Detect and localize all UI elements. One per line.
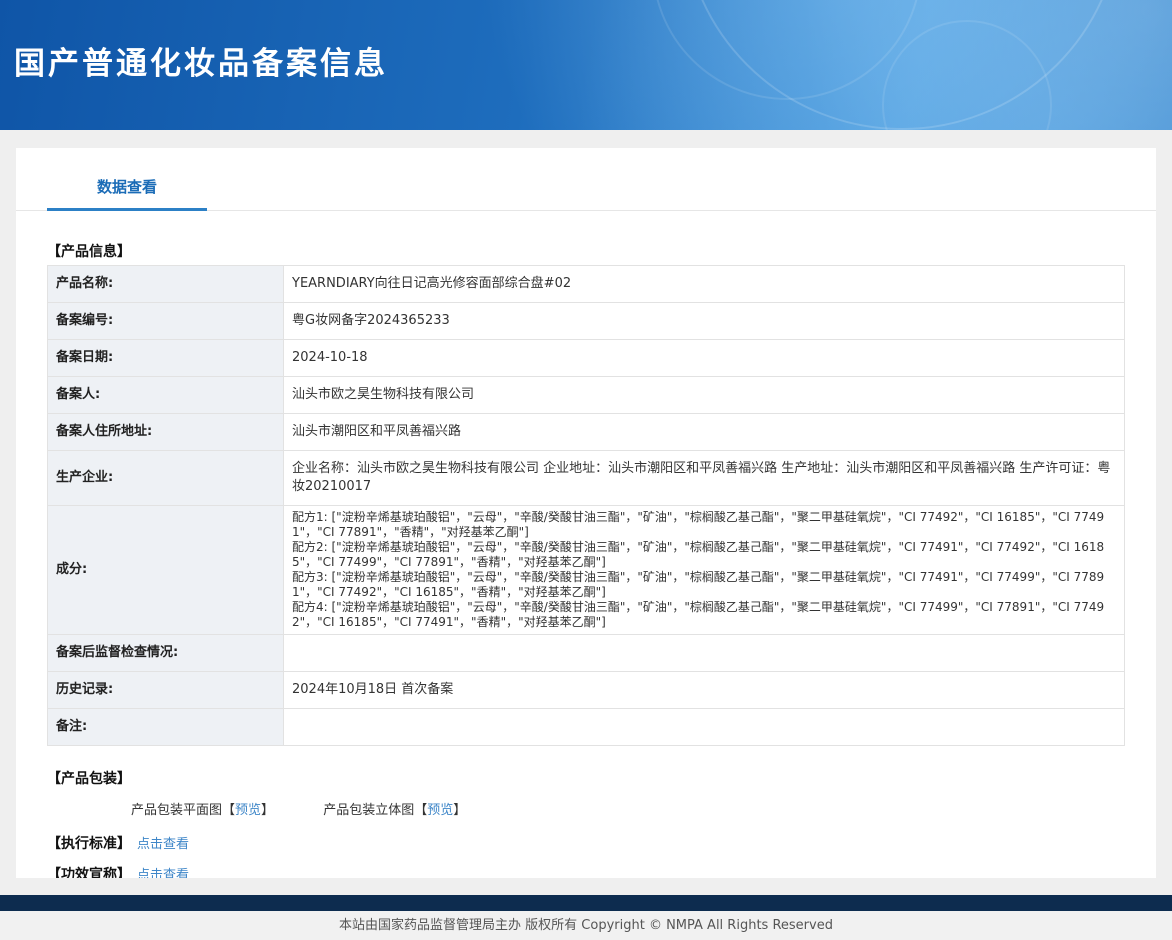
bracket-close: 】 <box>453 803 466 818</box>
table-row-history: 历史记录: 2024年10月18日 首次备案 <box>48 672 1125 709</box>
field-label: 产品名称: <box>48 266 284 303</box>
packaging-stereo-item: 产品包装立体图【预览】 <box>323 803 466 818</box>
field-label: 备案人: <box>48 377 284 414</box>
content-card: 数据查看 【产品信息】 产品名称: YEARNDIARY向往日记高光修容面部综合… <box>16 148 1156 878</box>
field-value <box>284 635 1125 672</box>
efficacy-title: 【功效宣称】 <box>47 867 131 878</box>
packaging-row: 产品包装平面图【预览】 产品包装立体图【预览】 <box>131 799 1125 818</box>
formula-line-1: 配方1: ["淀粉辛烯基琥珀酸铝"，"云母"，"辛酸/癸酸甘油三酯"，"矿油"，… <box>292 510 1116 540</box>
field-value: 2024年10月18日 首次备案 <box>284 672 1125 709</box>
field-value: YEARNDIARY向往日记高光修容面部综合盘#02 <box>284 266 1125 303</box>
field-value: 2024-10-18 <box>284 340 1125 377</box>
field-label: 备案日期: <box>48 340 284 377</box>
packaging-flat-preview-link[interactable]: 预览 <box>235 803 261 818</box>
table-row-filing-date: 备案日期: 2024-10-18 <box>48 340 1125 377</box>
standards-view-link[interactable]: 点击查看 <box>137 837 189 852</box>
field-value <box>284 709 1125 746</box>
product-info-table: 产品名称: YEARNDIARY向往日记高光修容面部综合盘#02 备案编号: 粤… <box>47 265 1125 746</box>
packaging-flat-item: 产品包装平面图【预览】 <box>131 803 274 818</box>
field-label: 备注: <box>48 709 284 746</box>
page-header: 国产普通化妆品备案信息 <box>0 0 1172 130</box>
efficacy-section: 【功效宣称】点击查看 <box>47 864 1125 878</box>
standards-title: 【执行标准】 <box>47 836 131 852</box>
table-row-filer-address: 备案人住所地址: 汕头市潮阳区和平凤善福兴路 <box>48 414 1125 451</box>
field-value: 汕头市潮阳区和平凤善福兴路 <box>284 414 1125 451</box>
field-label: 备案后监督检查情况: <box>48 635 284 672</box>
footer-bar <box>0 895 1172 911</box>
packaging-stereo-preview-link[interactable]: 预览 <box>427 803 453 818</box>
tab-bar: 数据查看 <box>16 148 1156 211</box>
formula-line-3: 配方3: ["淀粉辛烯基琥珀酸铝"，"云母"，"辛酸/癸酸甘油三酯"，"矿油"，… <box>292 570 1116 600</box>
table-row-ingredients: 成分: 配方1: ["淀粉辛烯基琥珀酸铝"，"云母"，"辛酸/癸酸甘油三酯"，"… <box>48 506 1125 635</box>
table-row-remarks: 备注: <box>48 709 1125 746</box>
field-label: 生产企业: <box>48 451 284 506</box>
efficacy-view-link[interactable]: 点击查看 <box>137 868 189 878</box>
field-value: 配方1: ["淀粉辛烯基琥珀酸铝"，"云母"，"辛酸/癸酸甘油三酯"，"矿油"，… <box>284 506 1125 635</box>
table-row-product-name: 产品名称: YEARNDIARY向往日记高光修容面部综合盘#02 <box>48 266 1125 303</box>
field-label: 备案人住所地址: <box>48 414 284 451</box>
standards-section: 【执行标准】点击查看 <box>47 833 1125 853</box>
tab-data-view[interactable]: 数据查看 <box>47 176 207 211</box>
packaging-flat-label: 产品包装平面图 <box>131 803 222 818</box>
field-label: 备案编号: <box>48 303 284 340</box>
section-title-packaging: 【产品包装】 <box>47 768 1125 788</box>
bracket-open: 【 <box>414 803 427 818</box>
field-value: 汕头市欧之昊生物科技有限公司 <box>284 377 1125 414</box>
bracket-open: 【 <box>222 803 235 818</box>
page-title: 国产普通化妆品备案信息 <box>14 38 388 83</box>
table-row-supervision: 备案后监督检查情况: <box>48 635 1125 672</box>
packaging-stereo-label: 产品包装立体图 <box>323 803 414 818</box>
field-value: 粤G妆网备字2024365233 <box>284 303 1125 340</box>
formula-line-4: 配方4: ["淀粉辛烯基琥珀酸铝"，"云母"，"辛酸/癸酸甘油三酯"，"矿油"，… <box>292 600 1116 630</box>
field-value: 企业名称：汕头市欧之昊生物科技有限公司 企业地址：汕头市潮阳区和平凤善福兴路 生… <box>284 451 1125 506</box>
table-row-filer: 备案人: 汕头市欧之昊生物科技有限公司 <box>48 377 1125 414</box>
formula-line-2: 配方2: ["淀粉辛烯基琥珀酸铝"，"云母"，"辛酸/癸酸甘油三酯"，"矿油"，… <box>292 540 1116 570</box>
table-row-manufacturer: 生产企业: 企业名称：汕头市欧之昊生物科技有限公司 企业地址：汕头市潮阳区和平凤… <box>48 451 1125 506</box>
bracket-close: 】 <box>261 803 274 818</box>
footer-text: 本站由国家药品监督管理局主办 版权所有 Copyright © NMPA All… <box>0 911 1172 940</box>
table-row-filing-number: 备案编号: 粤G妆网备字2024365233 <box>48 303 1125 340</box>
section-title-product-info: 【产品信息】 <box>47 241 1125 261</box>
field-label: 成分: <box>48 506 284 635</box>
field-label: 历史记录: <box>48 672 284 709</box>
